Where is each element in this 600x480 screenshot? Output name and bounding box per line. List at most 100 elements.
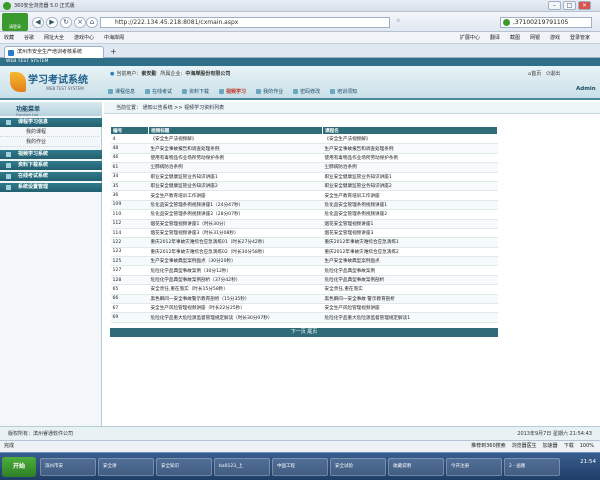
back-button[interactable]: ◀ <box>32 17 44 28</box>
status-tool[interactable]: 下载 <box>564 441 574 452</box>
cell-video-title[interactable]: 职业安全健康监管业务知识讲座1 <box>148 172 323 182</box>
status-tool[interactable]: 浏览器医生 <box>512 441 537 452</box>
table-row[interactable]: 61 尘肺病防治条例 尘肺病防治条例 <box>110 162 498 173</box>
table-row[interactable]: 125 生产安全事故典型案例盘点（30分20秒） 生产安全事故典型案例盘点 <box>110 256 498 267</box>
pager[interactable]: 下一页 尾页 <box>110 328 498 337</box>
cell-video-title[interactable]: 使用有毒物品作业场所劳动保护条例 <box>148 153 323 164</box>
table-row[interactable]: 110 危化品安全管理条例视频讲座2（28分07秒） 危化品安全管理条例视频讲座2 <box>110 209 498 220</box>
menu-training-notes[interactable]: 培训须知 <box>330 88 357 95</box>
sidebar-group-settings[interactable]: 系统设置管理 <box>0 183 102 192</box>
table-row[interactable]: 65 安全责任,重在落实（时长15分58秒） 安全责任,重在落实 <box>110 284 498 295</box>
cell-video-title[interactable]: 安全生产风险管理视频讲座（时长22分25秒） <box>148 303 323 314</box>
close-button[interactable]: × <box>578 1 591 10</box>
cell-course-name: 生产安全事故典型案例盘点 <box>322 256 498 267</box>
cell-video-title[interactable]: 烟花安全管理视频讲座1（时长30分） <box>148 219 323 229</box>
maximize-button[interactable]: □ <box>563 1 576 10</box>
favorite-item[interactable]: 网址大全 <box>44 34 64 41</box>
cell-video-title[interactable]: 危险化学品典型事故案例剖析（37分42秒） <box>148 275 323 286</box>
sidebar-item-my-homework[interactable]: 我的作业 <box>0 138 102 147</box>
table-row[interactable]: 112 烟花安全管理视频讲座1（时长30分） 烟花安全管理视频讲座1 <box>110 219 498 229</box>
toolbar-tool[interactable]: 扩展中心 <box>460 34 480 41</box>
table-row[interactable]: 35 职业安全健康监管业务知识讲座2 职业安全健康监管业务知识讲座2 <box>110 181 498 192</box>
taskbar-task[interactable]: 今开注册 <box>446 458 502 476</box>
menu-online-exam[interactable]: 在线考试 <box>145 88 172 95</box>
logout-link[interactable]: 退出 <box>550 70 560 77</box>
menu-video-learning[interactable]: 视频学习 <box>219 88 246 95</box>
menu-my-homework[interactable]: 我的作业 <box>256 88 283 95</box>
cell-video-title[interactable]: 烟花安全管理视频讲座3（时长31分08秒） <box>148 228 323 239</box>
cell-video-title[interactable]: 危险化学品典型事故案例（30分12秒） <box>148 265 323 276</box>
taskbar-task[interactable]: 滨州市安 <box>40 458 96 476</box>
start-button[interactable]: 开始 <box>2 457 36 477</box>
table-row[interactable]: 67 安全生产风险管理视频讲座（时长22分25秒） 安全生产风险管理视频讲座 <box>110 303 498 314</box>
favorite-item[interactable]: 谷歌 <box>24 34 34 41</box>
sidebar-group-course[interactable]: 课程学习信息 <box>0 118 102 127</box>
cell-video-title[interactable]: 安全生产教育培训工作讲座 <box>148 190 323 201</box>
cell-video-title[interactable]: 职业安全健康监管业务知识讲座2 <box>148 181 323 192</box>
cell-video-title[interactable]: 重庆2012年事故灾难综合应急演练02（时长30分58秒） <box>148 247 323 258</box>
cell-video-title[interactable]: 安全责任,重在落实（时长15分58秒） <box>148 284 323 295</box>
taskbar-task[interactable]: 2 - 画图 <box>504 458 560 476</box>
table-row[interactable]: 48 生产安全事故报告和调查处理条例 生产安全事故报告和调查处理条例 <box>110 143 498 154</box>
table-row[interactable]: 123 重庆2012年事故灾难综合应急演练02（时长30分58秒） 重庆2012年事… <box>110 247 498 258</box>
home-link[interactable]: 首页 <box>531 70 541 77</box>
pager-label[interactable]: 下一页 尾页 <box>291 329 318 335</box>
forward-button[interactable]: ▶ <box>46 17 58 28</box>
menu-course-info[interactable]: 课程信息 <box>108 88 135 95</box>
taskbar-task[interactable]: 安全试验 <box>330 458 386 476</box>
status-tool[interactable]: 加速器 <box>543 441 558 452</box>
toolbar-tool[interactable]: 截图 <box>510 34 520 41</box>
sidebar-group-download[interactable]: 资料下载系统 <box>0 161 102 170</box>
favorite-item[interactable]: 游戏中心 <box>74 34 94 41</box>
table-row[interactable]: 122 重庆2012年事故灾难综合应急演练01（时长27分42秒） 重庆2012年事… <box>110 237 498 248</box>
favorite-item[interactable]: 中海岸阁 <box>104 34 124 41</box>
tab-active[interactable]: 滨州市安全生产培训考核系统 <box>4 46 104 58</box>
sidebar-item-my-course[interactable]: 我的课程 <box>0 128 102 137</box>
table-row[interactable]: 4 《安全生产法视频解》 《安全生产法视频解》 <box>110 134 498 145</box>
search-input[interactable]: ,37100219791105 <box>500 17 592 28</box>
table-row[interactable]: 127 危险化学品典型事故案例（30分12秒） 危险化学品典型事故案例 <box>110 265 498 276</box>
status-tool[interactable]: 推荐到360搜索 <box>471 441 506 452</box>
cell-video-title[interactable]: 危化品安全管理条例视频讲座2（28分07秒） <box>148 209 323 220</box>
address-bar[interactable]: http://222.134.45.218:8081/cxmain.aspx <box>100 17 390 28</box>
minimize-button[interactable]: – <box>548 1 561 10</box>
cell-video-title[interactable]: 危险化学品重大危险源监督管理规定解读（时长30分07秒） <box>148 312 323 323</box>
table-row[interactable]: 128 危险化学品典型事故案例剖析（37分42秒） 危险化学品典型事故案例剖析 <box>110 275 498 286</box>
cell-video-title[interactable]: 危化品安全管理条例视频讲座1（24分47秒） <box>148 200 323 211</box>
taskbar-task[interactable]: 中国工程 <box>272 458 328 476</box>
cell-video-title[interactable]: 重庆2012年事故灾难综合应急演练01（时长27分42秒） <box>148 237 323 248</box>
cell-video-title[interactable]: 生产安全事故典型案例盘点（30分20秒） <box>148 256 323 267</box>
search-engine-icon[interactable] <box>503 19 510 26</box>
taskbar-task[interactable]: 安全知识 <box>156 458 212 476</box>
menu-download[interactable]: 资料下载 <box>182 88 209 95</box>
toolbar-tool[interactable]: 翻译 <box>490 34 500 41</box>
favorite-item[interactable]: 收藏 <box>4 34 14 41</box>
table-row[interactable]: 114 烟花安全管理视频讲座3（时长31分08秒） 烟花安全管理视频讲座3 <box>110 228 498 239</box>
login-button[interactable]: 请登录 <box>2 13 28 31</box>
table-row[interactable]: 109 危化品安全管理条例视频讲座1（24分47秒） 危化品安全管理条例视频讲座1 <box>110 200 498 211</box>
menu-change-password[interactable]: 密码修改 <box>293 88 320 95</box>
table-row[interactable]: 46 使用有毒物品作业场所劳动保护条例 使用有毒物品作业场所劳动保护条例 <box>110 153 498 164</box>
cell-video-title[interactable]: 尘肺病防治条例 <box>148 162 323 173</box>
table-row[interactable]: 69 危险化学品重大危险源监督管理规定解读（时长30分07秒） 危险化学品重大危险源… <box>110 312 498 323</box>
table-row[interactable]: 36 安全生产教育培训工作讲座 安全生产教育培训工作讲座 <box>110 190 498 201</box>
taskbar-task[interactable]: ba0123_上 <box>214 458 270 476</box>
new-tab-button[interactable]: + <box>110 47 117 56</box>
cell-video-title[interactable]: 《安全生产法视频解》 <box>148 134 323 145</box>
toolbar-tool[interactable]: 游戏 <box>550 34 560 41</box>
refresh-button[interactable]: ↻ <box>60 17 72 28</box>
zoom-level[interactable]: 100% <box>580 441 594 452</box>
table-row[interactable]: 34 职业安全健康监管业务知识讲座1 职业安全健康监管业务知识讲座1 <box>110 172 498 182</box>
table-row[interactable]: 66 黑色瞬间一安全事故警示教育剖析（15分35秒） 黑色瞬间一安全事故 警示教育剖… <box>110 294 498 305</box>
sidebar-group-video[interactable]: 视频学习系统 <box>0 150 102 159</box>
favorite-star-icon[interactable]: ☆ <box>396 18 400 24</box>
cell-video-title[interactable]: 生产安全事故报告和调查处理条例 <box>148 143 323 154</box>
home-button[interactable]: ⌂ <box>86 17 98 28</box>
toolbar-tool[interactable]: 登录管家 <box>570 34 590 41</box>
stop-button[interactable]: × <box>74 17 86 28</box>
cell-video-title[interactable]: 黑色瞬间一安全事故警示教育剖析（15分35秒） <box>148 294 323 305</box>
toolbar-tool[interactable]: 网银 <box>530 34 540 41</box>
taskbar-task[interactable]: 收藏说明 <box>388 458 444 476</box>
sidebar-group-exam[interactable]: 在线考试系统 <box>0 172 102 181</box>
taskbar-task[interactable]: 安全讲 <box>98 458 154 476</box>
